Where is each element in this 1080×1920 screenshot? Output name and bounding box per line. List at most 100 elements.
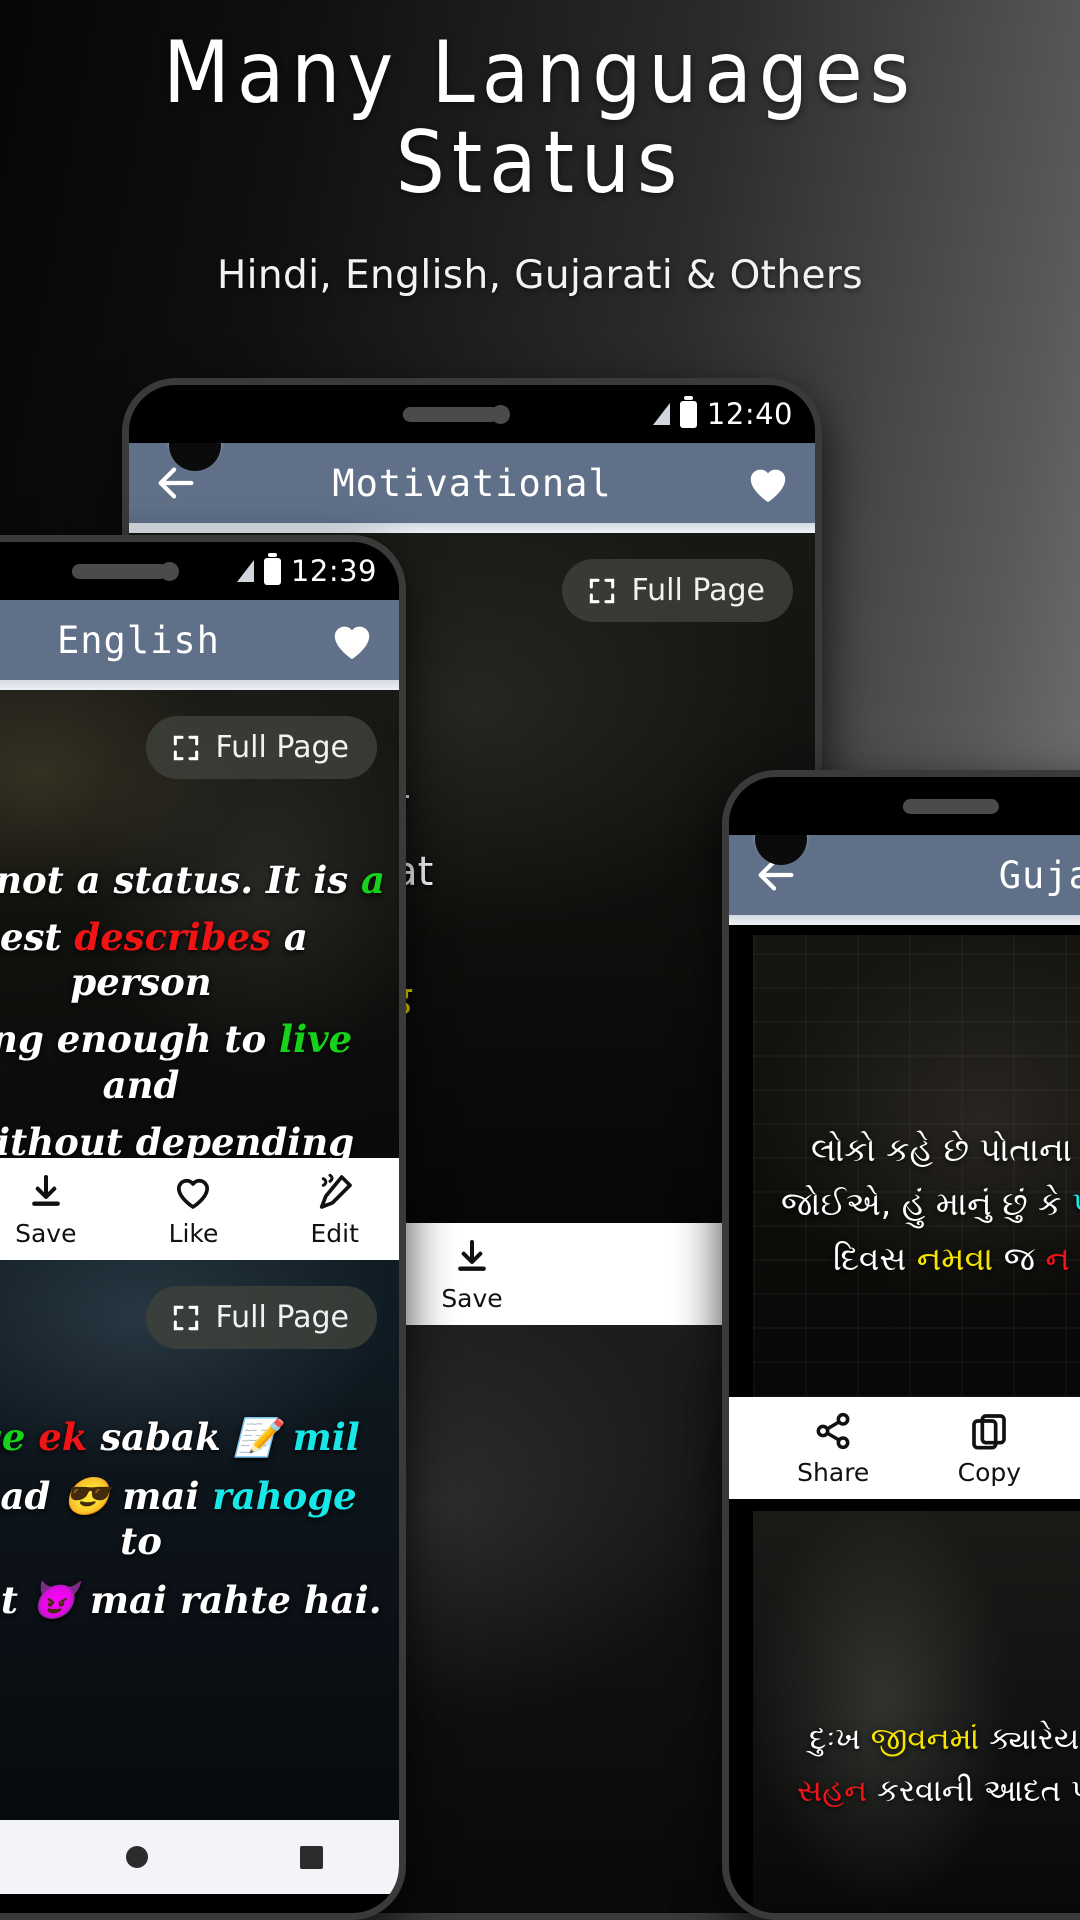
quote-line: દુઃખ <box>809 1721 871 1757</box>
quote-line: mai rahte hai. <box>76 1578 382 1623</box>
full-page-label: Full Page <box>631 573 765 608</box>
full-page-label: Full Page <box>215 730 349 765</box>
quote-line: akkad <box>0 1474 51 1519</box>
camera-dot-icon <box>491 405 510 424</box>
quote-line-highlight: a <box>361 858 385 902</box>
quote-line-highlight: rahoge <box>212 1474 357 1519</box>
action-label: Share <box>797 1458 870 1487</box>
action-bar-left-1: py Save Like <box>0 1158 399 1260</box>
action-save-center[interactable]: Save <box>441 1237 503 1313</box>
quote-line: ukaat <box>0 1578 18 1623</box>
home-nav-icon[interactable] <box>126 1846 149 1868</box>
quote-line: is not a status. It is <box>0 858 349 902</box>
appbar-center: Motivational <box>129 419 815 523</box>
appbar-divider <box>729 915 1080 925</box>
quote-card-right-1[interactable]: લોકો કહે છે પોતાના હોય જોઈએ, હું માનું છ… <box>753 935 1080 1397</box>
status-bar-center: 12:40 <box>129 385 815 443</box>
quote-line: sabak <box>87 1415 234 1459</box>
quote-card-left-1[interactable]: Full Page is not a status. It is a best … <box>0 690 399 1158</box>
download-icon <box>31 1175 60 1206</box>
speaker-pill-icon <box>402 407 499 422</box>
appbar-title: Gujarati <box>998 853 1080 897</box>
quote-card-left-2[interactable]: Full Page 😍 se ek sabak 📝 mil akkad 😎 ma… <box>0 1260 399 1820</box>
expand-icon <box>173 1305 198 1330</box>
emoji-sunglasses-icon: 😎 <box>63 1474 110 1519</box>
camera-dot-icon <box>160 562 179 581</box>
action-label: Copy <box>957 1458 1022 1487</box>
screen-right: Gujarati લોકો કહે છે પોતાના હોય જોઈએ, હુ… <box>729 777 1080 1913</box>
speaker-pill-icon <box>71 564 168 579</box>
quote-line-highlight: નમવા <box>916 1238 994 1278</box>
quote-line: mai <box>109 1474 213 1519</box>
status-bar-right <box>729 777 1080 835</box>
quote-line-highlight: પોતા <box>1072 1184 1080 1223</box>
speaker-pill-icon <box>902 799 999 814</box>
status-clock: 12:40 <box>706 397 793 431</box>
android-navigation-bar <box>0 1820 399 1894</box>
recents-nav-icon[interactable] <box>300 1845 324 1869</box>
full-page-button-left-2[interactable]: Full Page <box>145 1286 377 1349</box>
poster-headline: Many Languages Status Hindi, English, Gu… <box>0 0 1080 298</box>
action-save-left[interactable]: Save <box>15 1172 76 1248</box>
quote-line: ક્યારેય પૂરું <box>989 1721 1080 1757</box>
quote-card-right-2[interactable]: દુઃખ જીવનમાં ક્યારેય પૂરું થ સહન કરવાની … <box>753 1511 1080 1913</box>
emoji-devil-icon: 😈 <box>30 1578 77 1623</box>
quote-line: trong enough to <box>0 1017 267 1062</box>
quote-line-highlight: se <box>0 1415 26 1459</box>
quote-line: કરવાની આદત પ <box>867 1772 1080 1809</box>
page-subtitle: Hindi, English, Gujarati & Others <box>216 252 864 298</box>
edit-icon <box>319 1173 352 1209</box>
action-share-right[interactable]: Share <box>797 1411 869 1487</box>
quote-line-highlight: mil <box>279 1415 360 1459</box>
signal-icon <box>652 403 670 425</box>
quote-line-highlight: જીવનમાં <box>870 1721 980 1757</box>
action-like-left[interactable]: Like <box>168 1172 219 1248</box>
quote-line: જ <box>993 1238 1046 1278</box>
download-icon <box>458 1240 486 1271</box>
quote-line-highlight: live <box>279 1017 353 1062</box>
action-label: Save <box>441 1284 503 1313</box>
page-title-line-2: Status <box>395 113 685 214</box>
quote-line: e without depending on <box>0 1119 355 1158</box>
appbar-right: Gujarati <box>729 813 1080 915</box>
page-title-line-1: Many Languages <box>163 23 917 123</box>
status-clock: 12:39 <box>290 554 377 588</box>
appbar-left: English <box>0 600 399 680</box>
quote-line: to <box>120 1519 162 1564</box>
quote-line: best <box>0 915 62 960</box>
action-edit-left[interactable]: Edit <box>310 1172 359 1248</box>
copy-icon <box>972 1414 1007 1450</box>
action-bar-right-1: Share Copy Save <box>729 1397 1080 1499</box>
signal-icon <box>236 560 254 582</box>
appbar-divider <box>0 680 399 690</box>
expand-icon <box>173 735 198 760</box>
quote-line: લોકો કહે છે પોતાના હોય <box>811 1130 1080 1169</box>
quote-line-highlight: describes <box>74 915 271 960</box>
full-page-button-center-1[interactable]: Full Page <box>561 559 793 622</box>
quote-line: and <box>102 1062 180 1107</box>
action-label: Edit <box>310 1219 359 1248</box>
appbar-title: English <box>57 618 220 662</box>
quote-line-highlight: ek <box>38 1415 88 1459</box>
action-label: Save <box>15 1219 77 1248</box>
full-page-label: Full Page <box>215 1300 349 1335</box>
heart-icon[interactable] <box>329 618 375 662</box>
expand-icon <box>589 578 614 603</box>
action-label: Like <box>168 1219 219 1248</box>
full-page-button-left-1[interactable]: Full Page <box>145 716 377 779</box>
quote-line-highlight: ન <box>1045 1238 1071 1278</box>
heart-icon[interactable] <box>745 461 791 505</box>
share-icon <box>816 1412 850 1450</box>
quote-line: દિવસ <box>833 1238 917 1278</box>
action-copy-right[interactable]: Copy <box>958 1411 1021 1487</box>
phone-right-gujarati: Gujarati લોકો કહે છે પોતાના હોય જોઈએ, હુ… <box>722 770 1080 1920</box>
appbar-title: Motivational <box>332 461 612 505</box>
status-bar-left: 12:39 <box>0 542 399 600</box>
heart-outline-icon <box>177 1178 210 1209</box>
poster-background: Many Languages Status Hindi, English, Gu… <box>0 0 1080 1920</box>
phone-left-english: 12:39 English Full Page not a status. It… <box>0 535 406 1920</box>
screen-left: 12:39 English Full Page not a status. It… <box>0 542 399 1913</box>
quote-line: જોઈએ, હું માનું છું કે <box>781 1184 1072 1224</box>
battery-icon <box>679 395 697 428</box>
appbar-divider <box>129 523 815 533</box>
